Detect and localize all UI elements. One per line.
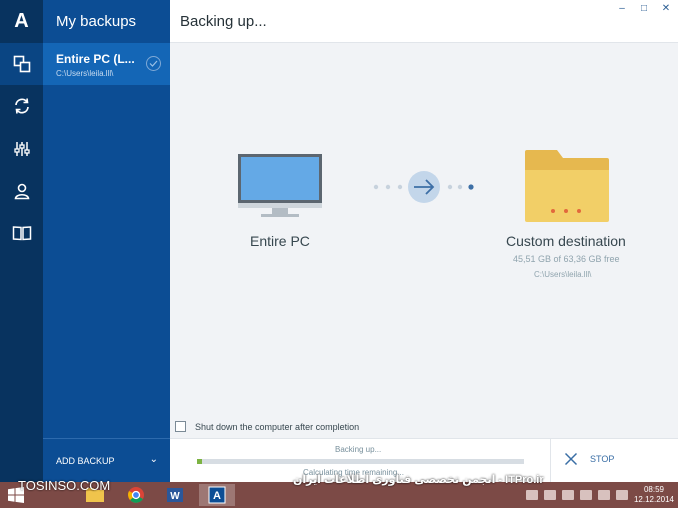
nav-rail: A <box>0 0 43 482</box>
progress-bar <box>197 459 524 464</box>
backup-item-entire-pc[interactable]: Entire PC (L... C:\Users\leila.lll\ <box>43 43 170 85</box>
close-button[interactable]: ✕ <box>660 3 672 14</box>
clock-time: 08:59 <box>643 485 664 494</box>
close-icon <box>564 452 578 466</box>
rail-item-help[interactable] <box>0 212 43 254</box>
network-icon[interactable] <box>597 490 610 500</box>
account-icon <box>14 183 29 200</box>
source-label[interactable]: Entire PC <box>250 233 310 249</box>
rail-item-backups[interactable] <box>0 43 43 85</box>
backups-icon <box>13 55 30 73</box>
chevron-down-icon[interactable]: ⌄ <box>150 454 158 465</box>
shutdown-label[interactable]: Shut down the computer after completion <box>195 422 359 432</box>
taskbar-acronis[interactable]: A <box>199 484 235 506</box>
shutdown-option[interactable]: Shut down the computer after completion <box>175 421 359 432</box>
tray-icon[interactable] <box>525 490 538 500</box>
backup-status-check-icon <box>146 56 161 71</box>
main-pane: Backing up... – □ ✕ Entire PC Custom des… <box>170 0 678 483</box>
destination-path: C:\Users\leila.lll\ <box>534 270 592 279</box>
svg-text:W: W <box>170 491 180 502</box>
stop-label: STOP <box>590 454 615 464</box>
taskbar-chrome[interactable] <box>118 484 154 506</box>
taskbar-word[interactable]: W <box>157 484 193 506</box>
shutdown-checkbox[interactable] <box>175 421 186 432</box>
watermark-left: TOSINSO.COM <box>18 478 111 493</box>
tray-icon[interactable] <box>561 490 574 500</box>
app-window: A My backups Entire PC (L... C:\Users\le… <box>0 0 678 483</box>
page-title: Backing up... <box>180 13 267 30</box>
taskbar-clock[interactable]: 08:59 12.12.2014 <box>634 485 674 505</box>
destination-free-space: 45,51 GB of 63,36 GB free <box>513 254 620 264</box>
add-backup-label: ADD BACKUP <box>56 456 115 466</box>
destination-label[interactable]: Custom destination <box>506 233 626 249</box>
acronis-logo: A <box>14 10 29 32</box>
acronis-icon: A <box>208 486 226 504</box>
backups-list-panel: My backups Entire PC (L... C:\Users\leil… <box>43 0 170 482</box>
system-tray: 08:59 12.12.2014 <box>525 482 674 508</box>
clock-date: 12.12.2014 <box>633 495 674 504</box>
backup-overview: Entire PC Custom destination 45,51 GB of… <box>170 43 678 438</box>
rail-item-sync[interactable] <box>0 85 43 127</box>
stop-button[interactable]: STOP <box>564 452 614 466</box>
watermark-right: ITPro.ir - انجمن تخصصی فناوری اطلاعات ای… <box>293 474 544 486</box>
help-book-icon <box>12 226 31 241</box>
tray-icon[interactable] <box>543 490 556 500</box>
add-backup-button[interactable]: ADD BACKUP ⌄ <box>43 438 170 482</box>
rail-item-tools[interactable] <box>0 128 43 170</box>
word-icon: W <box>167 488 183 502</box>
rail-item-account[interactable] <box>0 170 43 212</box>
backups-list-title: My backups <box>56 13 137 30</box>
volume-icon[interactable] <box>615 490 628 500</box>
divider <box>550 439 551 483</box>
svg-text:A: A <box>213 490 221 502</box>
monitor-icon[interactable] <box>237 153 325 221</box>
transfer-arrow-icon <box>373 171 474 203</box>
sync-icon <box>14 98 29 114</box>
tray-icon[interactable] <box>579 490 592 500</box>
chrome-icon <box>128 487 144 503</box>
backup-item-path: C:\Users\leila.lll\ <box>56 69 114 78</box>
progress-status: Backing up... <box>335 445 382 454</box>
tools-icon <box>13 142 30 156</box>
folder-icon[interactable] <box>523 148 611 224</box>
maximize-button[interactable]: □ <box>638 3 650 14</box>
title-bar: Backing up... – □ ✕ <box>170 0 678 43</box>
backup-item-title: Entire PC (L... <box>56 52 135 66</box>
window-controls: – □ ✕ <box>616 3 672 14</box>
minimize-button[interactable]: – <box>616 3 628 14</box>
progress-fill <box>197 459 202 464</box>
